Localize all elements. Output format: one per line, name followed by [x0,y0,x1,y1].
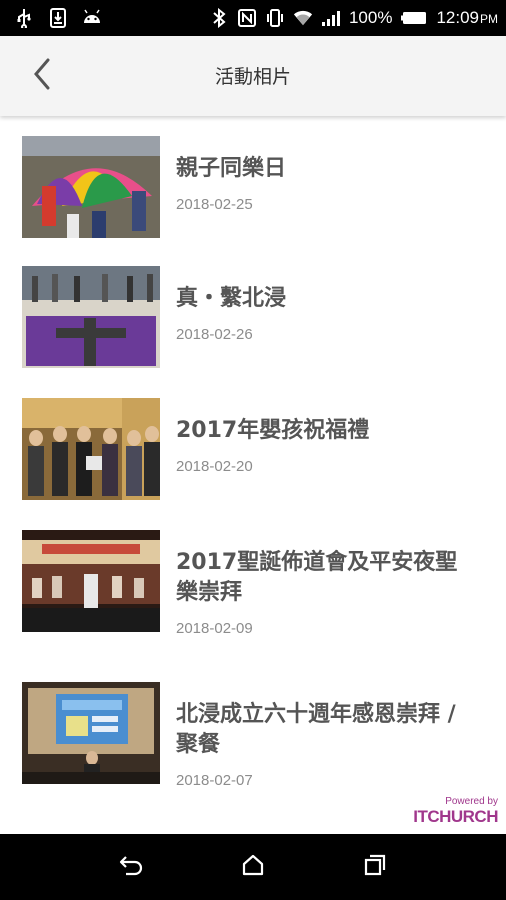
album-thumbnail [22,682,160,784]
status-bar-right: 100% 12:09PM [209,8,506,28]
battery-icon [400,8,428,28]
recents-icon [363,853,387,881]
vibrate-icon [265,8,285,28]
album-title: 真・繫北浸 [176,286,287,311]
page-title: 活動相片 [214,66,291,88]
powered-by-badge[interactable]: Powered by ITCHURCH [413,796,498,827]
album-thumbnail [22,266,160,368]
album-date: 2018-02-09 [176,620,253,637]
clock-suffix: PM [480,12,498,26]
nav-back-button[interactable] [111,847,151,887]
album-title: 北浸成立六十週年感恩崇拜 / 聚餐 [176,702,456,757]
back-icon [118,854,144,880]
itchurch-logo: ITCHURCH [413,807,498,826]
usb-icon [14,8,34,28]
album-thumbnail [22,136,160,238]
app-bar: 活動相片 [0,36,506,116]
android-icon [82,8,102,28]
album-title: 2017年嬰孩祝福禮 [176,418,370,443]
album-thumbnail [22,530,160,632]
album-item-baptism[interactable]: 真・繫北浸 2018-02-26 [0,266,506,370]
bluetooth-icon [209,8,229,28]
home-icon [241,853,265,881]
album-date: 2018-02-20 [176,458,253,475]
navigation-bar [0,834,506,900]
album-date: 2018-02-26 [176,326,253,343]
nfc-icon [237,8,257,28]
clock-time: 12:09 [436,8,479,27]
album-item-infant-blessing[interactable]: 2017年嬰孩祝福禮 2018-02-20 [0,398,506,502]
album-item-anniversary[interactable]: 北浸成立六十週年感恩崇拜 / 聚餐 2018-02-07 [0,682,506,812]
powered-by-label: Powered by [445,796,498,807]
nav-home-button[interactable] [233,847,273,887]
album-title: 2017聖誕佈道會及平安夜聖樂崇拜 [176,550,458,605]
nav-recents-button[interactable] [355,847,395,887]
album-list: 親子同樂日 2018-02-25 真・繫北浸 2018-02-26 2017年嬰… [0,116,506,834]
album-date: 2018-02-25 [176,196,253,213]
clock: 12:09PM [436,8,498,28]
status-bar-left [0,8,102,28]
album-title: 親子同樂日 [176,156,287,181]
album-date: 2018-02-07 [176,772,253,789]
signal-icon [321,8,341,28]
album-item-family-day[interactable]: 親子同樂日 2018-02-25 [0,136,506,240]
album-item-christmas-service[interactable]: 2017聖誕佈道會及平安夜聖樂崇拜 2018-02-09 [0,530,506,660]
download-icon [48,8,68,28]
status-bar: 100% 12:09PM [0,0,506,36]
wifi-icon [293,8,313,28]
battery-percent: 100% [348,8,393,27]
album-thumbnail [22,398,160,500]
